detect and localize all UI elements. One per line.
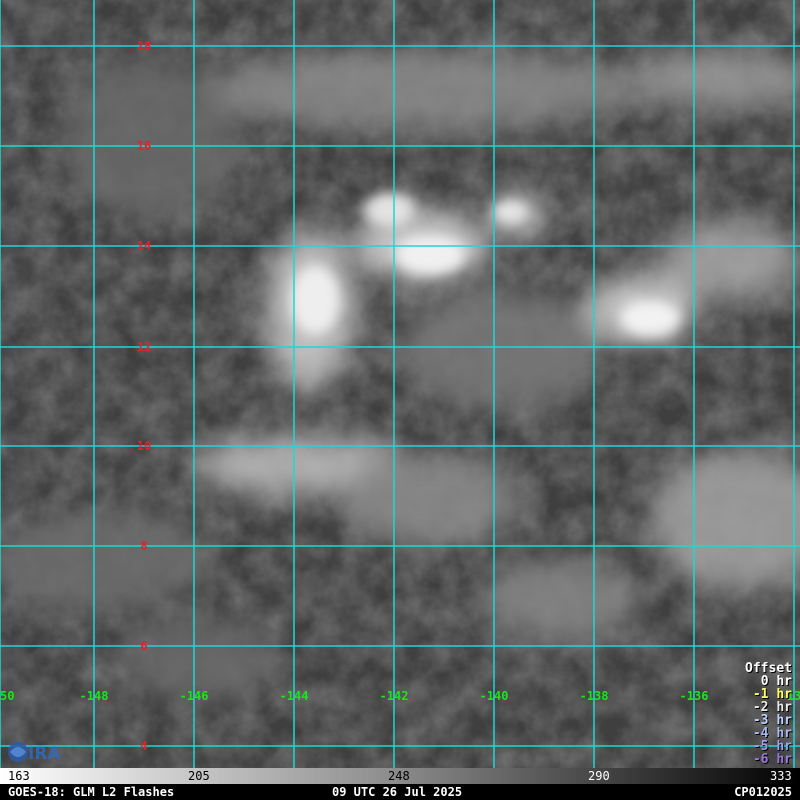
storm-id-label: CP012025 bbox=[734, 785, 792, 799]
colorbar-tick-label: 290 bbox=[588, 769, 610, 783]
latitude-label: 16 bbox=[137, 139, 151, 153]
cira-logo-icon: IRA bbox=[8, 742, 61, 764]
longitude-label: -146 bbox=[180, 689, 209, 703]
svg-text:IRA: IRA bbox=[28, 744, 61, 764]
latitude-label: 12 bbox=[137, 340, 151, 354]
longitude-labels: -150-148-146-144-142-140-138-136-134 bbox=[0, 689, 800, 703]
grid-lines bbox=[0, 0, 800, 768]
legend-items: 0 hr -1 hr -2 hr -3 hr -4 hr -5 hr -6 hr bbox=[745, 675, 792, 766]
longitude-label: -136 bbox=[680, 689, 709, 703]
latitude-label: 14 bbox=[137, 239, 151, 253]
time-offset-legend: Offset 0 hr -1 hr -2 hr -3 hr -4 hr -5 hr -6 h… bbox=[745, 662, 792, 766]
satellite-image-viewer: 18 16 14 12 10 8 6 4 -150 -148 -146 -144 -142 -140 -1… bbox=[0, 0, 800, 800]
lat-lon-grid: 18 16 14 12 10 8 6 4 -150 -148 -146 -144 -142 -140 -1… bbox=[0, 0, 800, 768]
longitude-label: -144 bbox=[280, 689, 309, 703]
latitude-label: 8 bbox=[140, 539, 147, 553]
brightness-colorbar: 163 205 248 290 333 bbox=[0, 768, 800, 784]
longitude-label: -140 bbox=[480, 689, 509, 703]
colorbar-tick-label: 333 bbox=[770, 769, 792, 783]
longitude-label: -150 bbox=[0, 689, 14, 703]
latitude-label: 4 bbox=[140, 739, 147, 753]
longitude-label: -138 bbox=[580, 689, 609, 703]
timestamp-label: 09 UTC 26 Jul 2025 bbox=[332, 785, 463, 799]
colorbar-tick-label: 248 bbox=[388, 769, 410, 783]
colorbar-tick-label: 163 bbox=[8, 769, 30, 783]
latitude-label: 18 bbox=[137, 39, 151, 53]
status-footer: GOES-18: GLM L2 Flashes 09 UTC 26 Jul 20… bbox=[0, 784, 800, 800]
latitude-label: 10 bbox=[137, 439, 151, 453]
latitude-label: 6 bbox=[140, 639, 147, 653]
satellite-product-label: GOES-18: GLM L2 Flashes bbox=[8, 785, 175, 799]
colorbar-tick-label: 205 bbox=[188, 769, 210, 783]
longitude-label: -142 bbox=[380, 689, 409, 703]
longitude-label: -148 bbox=[80, 689, 109, 703]
legend-item: -6 hr bbox=[752, 752, 792, 767]
